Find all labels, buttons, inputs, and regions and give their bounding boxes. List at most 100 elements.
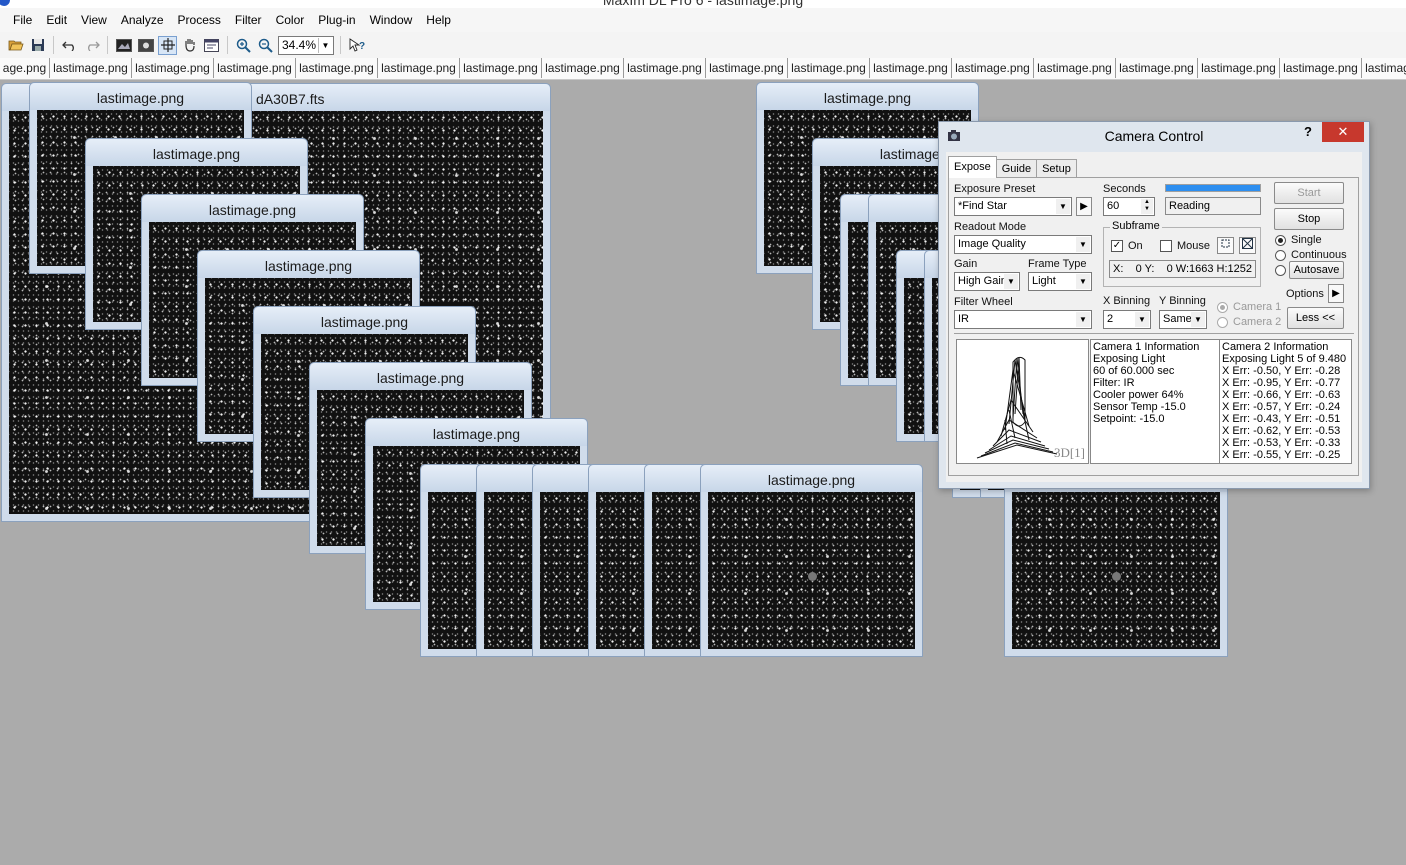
image-window-title[interactable]: lastimage.png bbox=[757, 83, 978, 110]
document-tab[interactable]: lastimage.png bbox=[706, 58, 788, 78]
menu-view[interactable]: View bbox=[74, 13, 114, 27]
preset-menu-arrow-icon[interactable]: ▶ bbox=[1076, 197, 1092, 216]
star-3d-plot[interactable]: 3D[1] bbox=[956, 339, 1089, 464]
chevron-down-icon: ▼ bbox=[1135, 312, 1149, 327]
menu-edit[interactable]: Edit bbox=[39, 13, 74, 27]
open-icon[interactable] bbox=[6, 36, 25, 55]
menu-analyze[interactable]: Analyze bbox=[114, 13, 171, 27]
tab-guide[interactable]: Guide bbox=[995, 159, 1038, 178]
document-tab[interactable]: lastimage.png bbox=[378, 58, 460, 78]
image-window-title[interactable]: lastimage.png bbox=[142, 195, 363, 222]
subframe-on-checkbox[interactable]: ✓ bbox=[1111, 240, 1123, 252]
x-binning-select[interactable]: 2 ▼ bbox=[1103, 310, 1151, 329]
less-button[interactable]: Less << bbox=[1287, 307, 1344, 329]
menu-help[interactable]: Help bbox=[419, 13, 458, 27]
filter-wheel-select[interactable]: IR ▼ bbox=[954, 310, 1092, 329]
camera2-radio[interactable] bbox=[1217, 317, 1228, 328]
spinner-arrows-icon[interactable]: ▲ ▼ bbox=[1141, 199, 1153, 214]
crosshair-icon[interactable] bbox=[158, 35, 177, 55]
menu-file[interactable]: File bbox=[6, 13, 39, 27]
readout-mode-label: Readout Mode bbox=[954, 221, 1027, 233]
document-tab[interactable]: lastimage.png bbox=[952, 58, 1034, 78]
document-tab[interactable]: lastimage.png bbox=[788, 58, 870, 78]
info-window-icon[interactable] bbox=[202, 36, 221, 55]
image-window-title[interactable]: lastimage.png bbox=[254, 307, 475, 334]
camera2-info-line: Exposing Light 5 of 9.480 bbox=[1222, 353, 1347, 365]
subframe-mouse-checkbox[interactable] bbox=[1160, 240, 1172, 252]
tab-expose[interactable]: Expose bbox=[948, 156, 997, 178]
autosave-button[interactable]: Autosave bbox=[1289, 261, 1344, 279]
autosave-radio[interactable] bbox=[1275, 265, 1286, 276]
close-button[interactable]: ✕ bbox=[1322, 122, 1364, 142]
subframe-full-frame-icon[interactable] bbox=[1239, 237, 1256, 254]
app-title: MaxIm DL Pro 6 - lastimage.png bbox=[602, 0, 804, 8]
continuous-radio[interactable] bbox=[1275, 250, 1286, 261]
camera1-radio[interactable] bbox=[1217, 302, 1228, 313]
single-radio[interactable] bbox=[1275, 235, 1286, 246]
single-label: Single bbox=[1291, 234, 1322, 246]
document-tab-strip: age.png lastimage.png lastimage.png lastima… bbox=[0, 58, 1406, 80]
menu-plug-in[interactable]: Plug-in bbox=[311, 13, 362, 27]
document-tab[interactable]: lastimage.png bbox=[542, 58, 624, 78]
menu-window[interactable]: Window bbox=[363, 13, 420, 27]
frame-type-select[interactable]: Light ▼ bbox=[1028, 272, 1092, 291]
stop-button[interactable]: Stop bbox=[1274, 208, 1344, 230]
save-icon[interactable] bbox=[28, 36, 47, 55]
image-window[interactable]: lastimage.png bbox=[700, 464, 923, 657]
subframe-label: Subframe bbox=[1110, 220, 1162, 232]
star-image[interactable] bbox=[1012, 492, 1220, 649]
menu-filter[interactable]: Filter bbox=[228, 13, 269, 27]
camera1-info-line: Filter: IR bbox=[1093, 377, 1135, 389]
document-tab[interactable]: lastimage.png bbox=[1362, 58, 1406, 78]
document-tab[interactable]: lastimage.png bbox=[870, 58, 952, 78]
zoom-in-icon[interactable] bbox=[234, 36, 253, 55]
camera1-info-line: Cooler power 64% bbox=[1093, 389, 1184, 401]
document-tab[interactable]: lastimage.png bbox=[50, 58, 132, 78]
chevron-down-icon: ▼ bbox=[1076, 312, 1090, 327]
image-window[interactable] bbox=[1004, 464, 1228, 657]
image-window-title[interactable]: lastimage.png bbox=[30, 83, 251, 110]
image-window-title[interactable]: lastimage.png bbox=[310, 363, 531, 390]
menu-process[interactable]: Process bbox=[171, 13, 228, 27]
document-tab[interactable]: lastimage.png bbox=[1280, 58, 1362, 78]
help-button[interactable]: ? bbox=[1304, 124, 1312, 139]
document-tab[interactable]: lastimage.png bbox=[296, 58, 378, 78]
context-help-icon[interactable]: ? bbox=[347, 36, 366, 55]
compare-icon[interactable] bbox=[136, 36, 155, 55]
readout-mode-select[interactable]: Image Quality ▼ bbox=[954, 235, 1092, 254]
redo-icon[interactable] bbox=[82, 36, 101, 55]
image-window-title[interactable]: lastimage.png bbox=[366, 419, 587, 446]
tab-setup[interactable]: Setup bbox=[1036, 159, 1077, 178]
start-button[interactable]: Start bbox=[1274, 182, 1344, 204]
document-tab[interactable]: age.png bbox=[0, 58, 50, 78]
readout-mode-value: Image Quality bbox=[958, 238, 1026, 250]
chevron-down-icon: ▼ bbox=[1076, 274, 1090, 289]
zoom-out-icon[interactable] bbox=[256, 36, 275, 55]
gain-select[interactable]: High Gain ▼ bbox=[954, 272, 1020, 291]
document-tab[interactable]: lastimage.png bbox=[1198, 58, 1280, 78]
document-tab[interactable]: lastimage.png bbox=[1116, 58, 1198, 78]
pan-hand-icon[interactable] bbox=[180, 36, 199, 55]
image-window-title[interactable]: lastimage.png bbox=[86, 139, 307, 166]
document-tab[interactable]: lastimage.png bbox=[132, 58, 214, 78]
document-tab[interactable]: lastimage.png bbox=[460, 58, 542, 78]
camera1-info-panel: Camera 1 Information Exposing Light 60 o… bbox=[1090, 339, 1220, 464]
exposure-preset-select[interactable]: *Find Star ▼ bbox=[954, 197, 1072, 216]
image-window-title[interactable]: lastimage.png bbox=[701, 465, 922, 492]
undo-icon[interactable] bbox=[60, 36, 79, 55]
zoom-select[interactable]: 34.4% ▼ bbox=[278, 35, 334, 55]
screen-stretch-icon[interactable] bbox=[114, 36, 133, 55]
star-image[interactable] bbox=[708, 492, 915, 649]
subframe-select-icon[interactable] bbox=[1217, 237, 1234, 254]
seconds-input[interactable]: 60 ▲ ▼ bbox=[1103, 197, 1155, 216]
divider bbox=[954, 333, 1354, 334]
image-window-title[interactable]: lastimage.png bbox=[198, 251, 419, 278]
options-arrow-icon[interactable]: ▶ bbox=[1328, 284, 1344, 303]
document-tab[interactable]: lastimage.png bbox=[624, 58, 706, 78]
document-tab[interactable]: lastimage.png bbox=[1034, 58, 1116, 78]
y-binning-select[interactable]: Same ▼ bbox=[1159, 310, 1207, 329]
bright-object bbox=[808, 572, 817, 581]
document-tab[interactable]: lastimage.png bbox=[214, 58, 296, 78]
menu-color[interactable]: Color bbox=[269, 13, 312, 27]
zoom-value: 34.4% bbox=[282, 38, 317, 52]
